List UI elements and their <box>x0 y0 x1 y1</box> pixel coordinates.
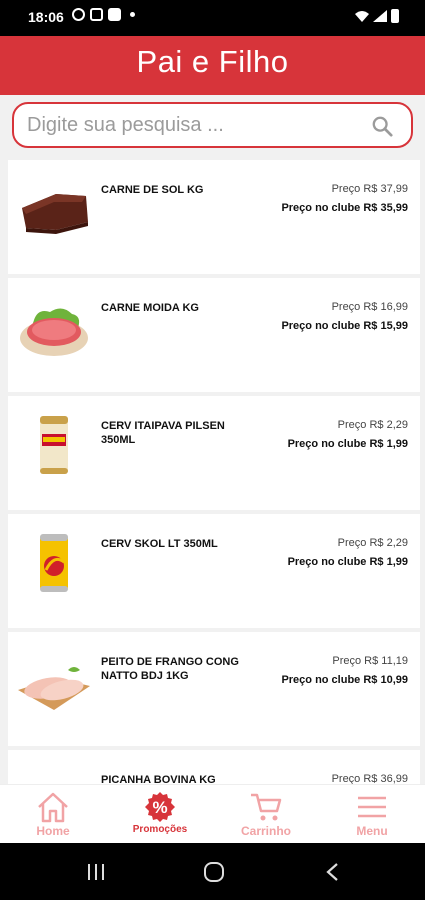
cart-icon <box>251 793 282 821</box>
product-card[interactable]: CARNE DE SOL KG Preço R$ 37,99 Preço no … <box>8 160 420 274</box>
home-circle-icon[interactable] <box>202 861 226 883</box>
signal-icon <box>373 10 387 22</box>
wifi-icon <box>355 11 369 22</box>
product-club-price: Preço no clube R$ 35,99 <box>281 202 408 214</box>
product-price: Preço R$ 2,29 <box>337 419 408 431</box>
status-bar: 18:06 <box>0 0 425 36</box>
nav-home-label: Home <box>36 824 70 838</box>
search-bar[interactable] <box>12 102 413 148</box>
product-price: Preço R$ 16,99 <box>331 301 408 313</box>
skol-can-image <box>40 534 68 592</box>
product-price: Preço R$ 37,99 <box>331 183 408 195</box>
car-icon <box>90 8 103 21</box>
youtube-icon <box>108 8 121 21</box>
nav-menu[interactable]: Menu <box>332 791 412 843</box>
svg-text:%: % <box>152 798 167 817</box>
notification-dot-icon <box>130 12 135 17</box>
product-card[interactable]: PICANHA BOVINA KG Preço R$ 36,99 <box>8 750 420 784</box>
product-price: Preço R$ 11,19 <box>332 655 408 667</box>
percent-badge-icon: % <box>145 792 175 822</box>
product-card[interactable]: CERV ITAIPAVA PILSEN 350ML Preço R$ 2,29… <box>8 396 420 510</box>
product-club-price: Preço no clube R$ 1,99 <box>287 438 408 450</box>
itaipava-can-image <box>40 416 68 474</box>
main-content[interactable]: CARNE DE SOL KG Preço R$ 37,99 Preço no … <box>0 95 425 784</box>
product-name: CARNE DE SOL KG <box>101 184 204 196</box>
back-chevron-icon[interactable] <box>321 861 345 883</box>
product-club-price: Preço no clube R$ 1,99 <box>287 556 408 568</box>
whatsapp-icon <box>72 8 85 21</box>
nav-cart-label: Carrinho <box>240 824 291 838</box>
status-time: 18:06 <box>28 9 64 25</box>
product-card[interactable]: PEITO DE FRANGO CONG NATTO BDJ 1KG Preço… <box>8 632 420 746</box>
product-name: PEITO DE FRANGO CONG NATTO BDJ 1KG <box>101 656 239 682</box>
search-icon[interactable] <box>371 115 393 137</box>
product-card[interactable]: CARNE MOIDA KG Preço R$ 16,99 Preço no c… <box>8 278 420 392</box>
product-name: CARNE MOIDA KG <box>101 302 199 314</box>
product-name: PICANHA BOVINA KG <box>101 774 216 784</box>
carne-de-sol-image <box>22 194 88 234</box>
app-header: Pai e Filho <box>0 36 425 95</box>
app-title: Pai e Filho <box>136 44 289 79</box>
product-name: CERV SKOL LT 350ML <box>101 538 218 550</box>
nav-home[interactable]: Home <box>13 791 93 843</box>
product-card[interactable]: CERV SKOL LT 350ML Preço R$ 2,29 Preço n… <box>8 514 420 628</box>
home-icon <box>38 792 68 823</box>
chicken-breast-image <box>18 667 90 710</box>
nav-menu-label: Menu <box>356 824 388 838</box>
nav-promos-label: Promoções <box>132 824 188 835</box>
picanha-image <box>16 762 92 784</box>
bottom-nav: Home % Promoções Carrinho Menu <box>0 784 425 843</box>
search-input[interactable] <box>27 112 357 138</box>
system-nav-bar <box>0 843 425 900</box>
product-club-price: Preço no clube R$ 15,99 <box>281 320 408 332</box>
menu-icon <box>358 796 386 818</box>
product-club-price: Preço no clube R$ 10,99 <box>281 674 408 686</box>
product-price: Preço R$ 36,99 <box>331 773 408 784</box>
product-name: CERV ITAIPAVA PILSEN 350ML <box>101 420 225 446</box>
nav-promos[interactable]: % Promoções <box>120 791 200 843</box>
recent-apps-icon[interactable] <box>84 861 108 883</box>
carne-moida-image <box>20 308 88 356</box>
product-price: Preço R$ 2,29 <box>337 537 408 549</box>
nav-cart[interactable]: Carrinho <box>226 791 306 843</box>
battery-icon <box>391 9 399 23</box>
